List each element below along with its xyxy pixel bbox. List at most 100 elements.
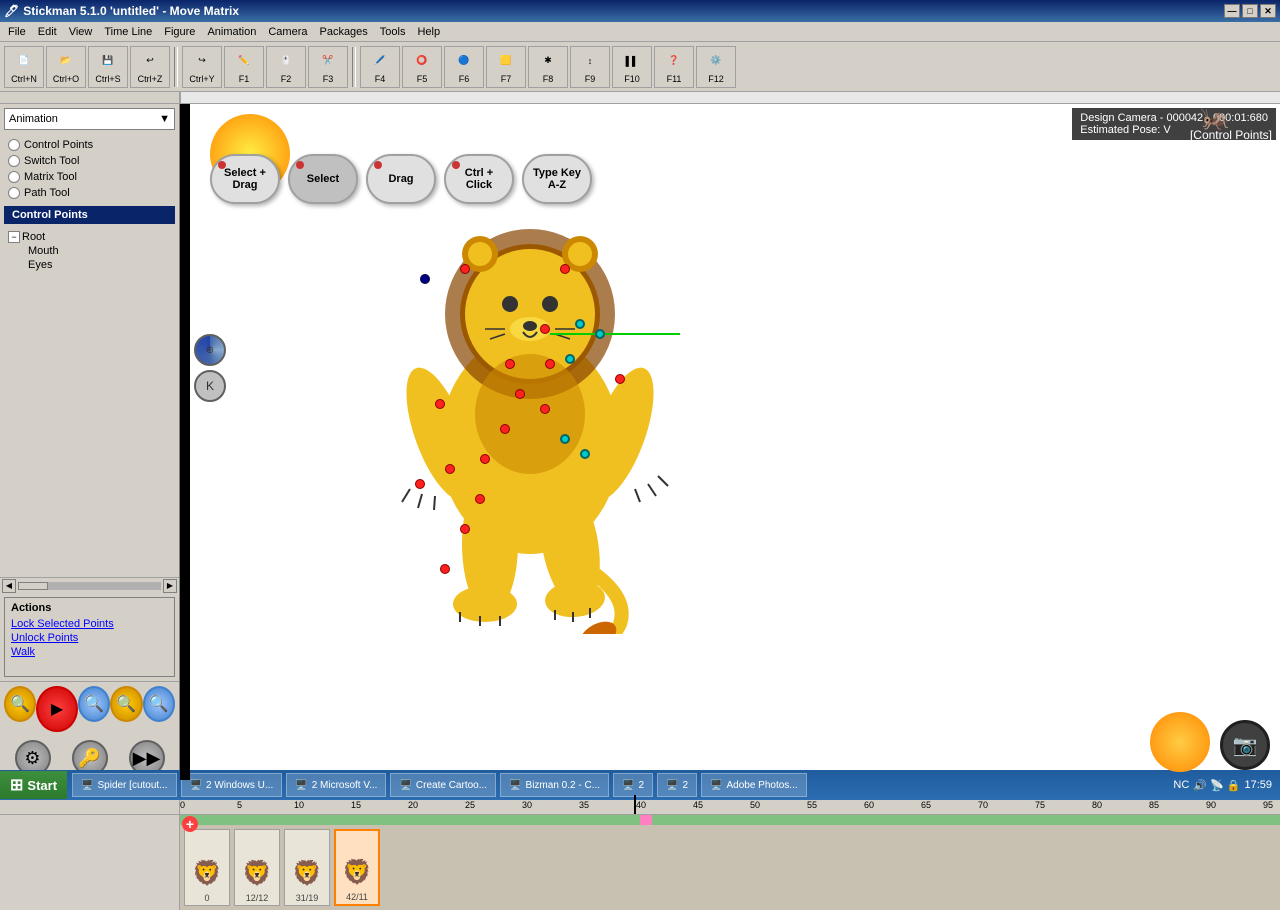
frame-thumb-2[interactable]: 🦁31/19 [284, 829, 330, 906]
tree-root[interactable]: − Root [8, 230, 171, 244]
select-btn[interactable]: Select [288, 154, 358, 204]
menu-item-camera[interactable]: Camera [262, 24, 313, 40]
canvas-tool-btn-k[interactable]: K [194, 370, 226, 402]
toolbar-btn-f4[interactable]: 🖊️F4 [360, 46, 400, 88]
toolbar-btn-f11[interactable]: ❓F11 [654, 46, 694, 88]
app-icon: 🖊 [4, 4, 19, 18]
ctrl-pt-11[interactable] [540, 404, 550, 414]
toolbar-btn-f8[interactable]: ✱F8 [528, 46, 568, 88]
taskbar-item[interactable]: 🖥️Spider [cutout... [72, 773, 177, 797]
ctrl-pt-6[interactable] [595, 329, 605, 339]
scroll-left-btn[interactable]: ◀ [2, 579, 16, 593]
toolbar-btn-f6[interactable]: 🔵F6 [444, 46, 484, 88]
type-key-btn[interactable]: Type KeyA-Z [522, 154, 592, 204]
ctrl-pt-12[interactable] [435, 399, 445, 409]
walk-link[interactable]: Walk [11, 646, 168, 658]
select-drag-btn[interactable]: Select +Drag [210, 154, 280, 204]
animation-dropdown[interactable]: Animation ▼ [4, 108, 175, 130]
ctrl-pt-22[interactable] [440, 564, 450, 574]
taskbar-item[interactable]: 🖥️Bizman 0.2 - C... [500, 773, 609, 797]
zoom-in-icon[interactable]: 🔍 [4, 686, 36, 722]
ctrl-pt-13[interactable] [500, 424, 510, 434]
maximize-button[interactable]: □ [1242, 4, 1258, 18]
ctrl-pt-8[interactable] [545, 359, 555, 369]
canvas[interactable]: Design Camera - 000042 - 000:01:680 Esti… [180, 104, 1280, 780]
toolbar-btn-f1[interactable]: ✏️F1 [224, 46, 264, 88]
start-button[interactable]: ⊞ Start [0, 771, 67, 799]
ctrl-pt-14[interactable] [480, 454, 490, 464]
ctrl-pt-18[interactable] [580, 449, 590, 459]
toolbar-btn-ctrlz[interactable]: ↩Ctrl+Z [130, 46, 170, 88]
ctrl-pt-10[interactable] [515, 389, 525, 399]
toolbar-btn-f7[interactable]: 🟨F7 [486, 46, 526, 88]
taskbar-item[interactable]: 🖥️2 Microsoft V... [286, 773, 386, 797]
toolbar-btn-f10[interactable]: ▌▌F10 [612, 46, 652, 88]
ctrl-pt-7[interactable] [505, 359, 515, 369]
search3-icon[interactable]: 🔍 [143, 686, 175, 722]
menu-item-tools[interactable]: Tools [374, 24, 412, 40]
play-button[interactable]: ▶ [36, 686, 77, 732]
frame-thumb-1[interactable]: 🦁12/12 [234, 829, 280, 906]
toolbar-btn-f3[interactable]: ✂️F3 [308, 46, 348, 88]
scroll-thumb[interactable] [18, 582, 48, 590]
timeline-cursor[interactable] [634, 795, 636, 814]
tool-radio-path-tool[interactable]: Path Tool [8, 186, 171, 200]
frame-thumb-3[interactable]: 🦁42/11 [334, 829, 380, 906]
taskbar-item[interactable]: 🖥️Create Cartoo... [390, 773, 496, 797]
drag-btn[interactable]: Drag [366, 154, 436, 204]
tool-radio-matrix-tool[interactable]: Matrix Tool [8, 170, 171, 184]
toolbar-btn-ctrlo[interactable]: 📂Ctrl+O [46, 46, 86, 88]
timeline-green-track [180, 815, 1280, 825]
taskbar-item[interactable]: 🖥️2 Windows U... [181, 773, 283, 797]
ctrl-pt-16[interactable] [415, 479, 425, 489]
menu-item-animation[interactable]: Animation [201, 24, 262, 40]
toolbar-btn-f9[interactable]: ↕F9 [570, 46, 610, 88]
taskbar-item[interactable]: 🖥️2 [613, 773, 653, 797]
scroll-right-btn[interactable]: ▶ [163, 579, 177, 593]
menu-item-help[interactable]: Help [411, 24, 446, 40]
ctrl-pt-3[interactable] [420, 274, 430, 284]
menu-item-packages[interactable]: Packages [313, 24, 373, 40]
ctrl-pt-2[interactable] [560, 264, 570, 274]
search2-icon[interactable]: 🔍 [110, 686, 142, 722]
taskbar-item[interactable]: 🖥️2 [657, 773, 697, 797]
menu-item-edit[interactable]: Edit [32, 24, 63, 40]
menu-item-file[interactable]: File [2, 24, 32, 40]
ctrl-pt-19[interactable] [615, 374, 625, 384]
lock-points-link[interactable]: Lock Selected Points [11, 618, 168, 630]
tree-expand-icon[interactable]: − [8, 231, 20, 243]
taskbar-item[interactable]: 🖥️Adobe Photos... [701, 773, 807, 797]
ctrl-pt-21[interactable] [460, 524, 470, 534]
timeline-add-btn[interactable]: + [182, 816, 198, 832]
tree-mouth[interactable]: Mouth [28, 244, 171, 258]
zoom-out-icon[interactable]: 🔍 [78, 686, 110, 722]
close-button[interactable]: ✕ [1260, 4, 1276, 18]
tool-radio-switch-tool[interactable]: Switch Tool [8, 154, 171, 168]
ctrl-pt-15[interactable] [445, 464, 455, 474]
ctrl-pt-9[interactable] [565, 354, 575, 364]
minimize-button[interactable]: — [1224, 4, 1240, 18]
tool-radio-control-points[interactable]: Control Points [8, 138, 171, 152]
unlock-points-link[interactable]: Unlock Points [11, 632, 168, 644]
frame-thumb-0[interactable]: 🦁0 [184, 829, 230, 906]
toolbar-btn-ctrly[interactable]: ↪Ctrl+Y [182, 46, 222, 88]
menu-item-view[interactable]: View [63, 24, 99, 40]
ctrl-pt-17[interactable] [560, 434, 570, 444]
toolbar-btn-f5[interactable]: ⭕F5 [402, 46, 442, 88]
ctrl-click-btn[interactable]: Ctrl +Click [444, 154, 514, 204]
toolbar-btn-f2[interactable]: 🖱️F2 [266, 46, 306, 88]
timeline-pink-mark[interactable] [640, 815, 652, 825]
tree-eyes[interactable]: Eyes [28, 258, 171, 272]
ctrl-pt-5[interactable] [575, 319, 585, 329]
camera-bottom-btn[interactable]: 📷 [1220, 720, 1270, 770]
ctrl-pt-4[interactable] [540, 324, 550, 334]
canvas-tool-btn-1[interactable]: ⊕ [194, 334, 226, 366]
toolbar-btn-ctrln[interactable]: 📄Ctrl+N [4, 46, 44, 88]
ctrl-pt-1[interactable] [460, 264, 470, 274]
toolbar-btn-f12[interactable]: ⚙️F12 [696, 46, 736, 88]
control-points-active[interactable]: Control Points [4, 206, 175, 224]
ctrl-pt-20[interactable] [475, 494, 485, 504]
menu-item-figure[interactable]: Figure [158, 24, 201, 40]
menu-item-timeline[interactable]: Time Line [98, 24, 158, 40]
toolbar-btn-ctrls[interactable]: 💾Ctrl+S [88, 46, 128, 88]
